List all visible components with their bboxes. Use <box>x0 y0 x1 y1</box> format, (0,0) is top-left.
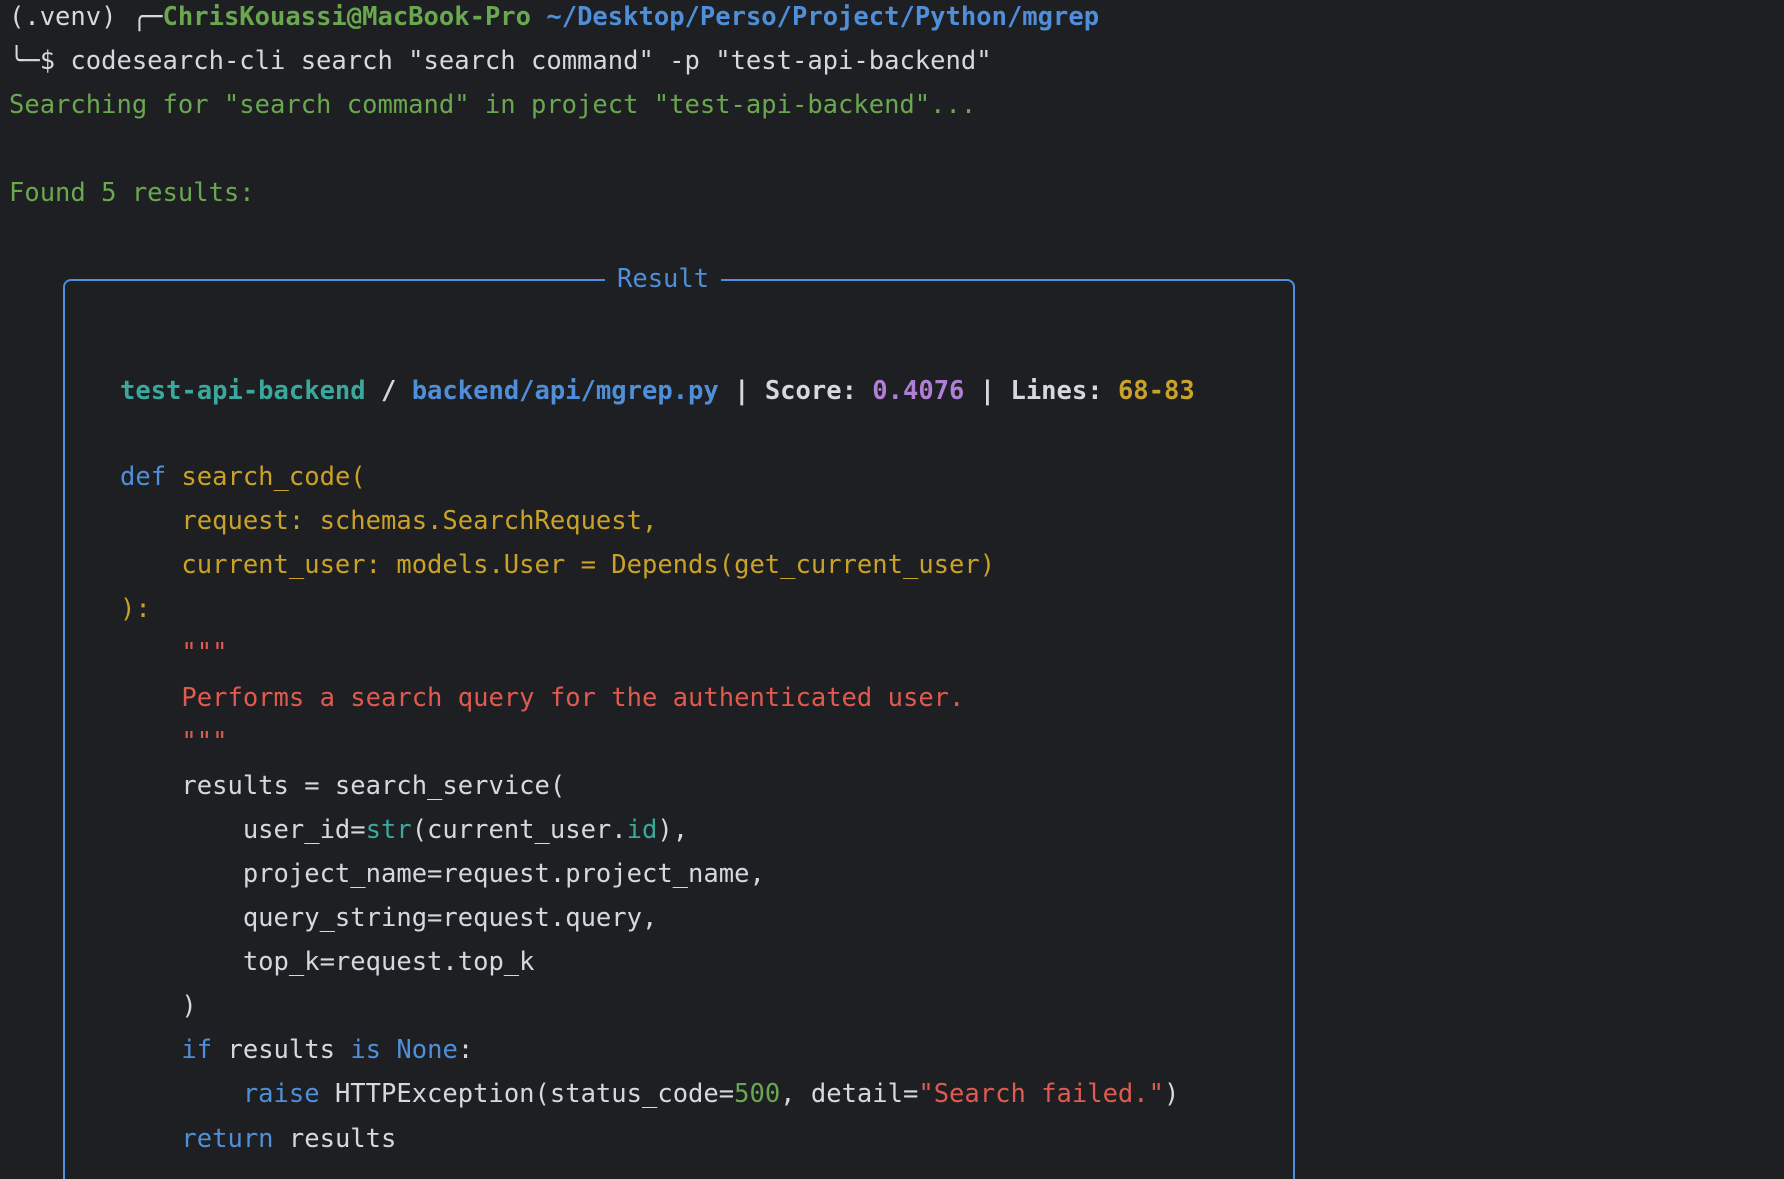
result-separator: / <box>365 376 412 406</box>
result-pipe: | <box>964 376 1011 406</box>
code-token: return <box>181 1123 274 1154</box>
code-token: def <box>120 462 167 492</box>
code-token: None <box>396 1035 458 1066</box>
result-project-name: test-api-backend <box>120 376 366 406</box>
code-token: results = search_service( <box>120 770 566 801</box>
code-line: if results is None: <box>120 1030 473 1070</box>
result-pipe: | <box>718 376 765 406</box>
code-token: results <box>212 1035 351 1066</box>
code-token: query_string=request.query, <box>120 903 658 933</box>
result-header: test-api-backend / backend/api/mgrep.py … <box>120 371 1195 411</box>
code-line: Performs a search query for the authenti… <box>120 678 964 718</box>
lines-label: Lines: <box>1010 376 1118 406</box>
code-line: results = search_service( <box>120 766 565 806</box>
searching-message: Searching for "search command" in projec… <box>9 90 977 120</box>
code-line: query_string=request.query, <box>120 898 658 938</box>
code-line: request: schemas.SearchRequest, <box>120 501 657 541</box>
code-line: ): <box>120 589 151 629</box>
found-results-message: Found 5 results: <box>9 178 255 208</box>
code-token: results <box>273 1123 397 1154</box>
prompt-corner-bottom: ╰─$ <box>9 46 56 76</box>
result-file-path: backend/api/mgrep.py <box>411 376 719 406</box>
code-token: : <box>457 1035 474 1066</box>
code-token: if <box>181 1035 213 1066</box>
code-line: """ <box>120 722 227 762</box>
code-line: current_user: models.User = Depends(get_… <box>120 545 995 585</box>
code-token: "Search failed." <box>918 1079 1164 1110</box>
code-token: , detail= <box>780 1079 919 1110</box>
code-line: """ <box>120 633 227 673</box>
code-token: """ <box>120 726 228 757</box>
code-line: user_id=str(current_user.id), <box>120 810 688 850</box>
result-panel-title: Result <box>605 259 722 299</box>
prompt-line: (.venv) ╭─ChrisKouassi@MacBook-Pro ~/Des… <box>9 0 1099 37</box>
command-text: codesearch-cli search "search command" -… <box>70 46 992 76</box>
code-token: ), <box>657 814 689 845</box>
code-line: raise HTTPException(status_code=500, det… <box>120 1074 1180 1114</box>
code-token: ) <box>120 991 197 1022</box>
code-line: top_k=request.top_k <box>120 942 535 982</box>
code-token: top_k=request.top_k <box>120 947 535 978</box>
result-panel: Result test-api-backend / backend/api/mg… <box>63 259 1295 1179</box>
code-token: str <box>365 814 412 845</box>
code-token: user_id= <box>120 814 366 845</box>
score-label: Score: <box>764 376 873 406</box>
code-token: id <box>626 814 658 845</box>
code-line: def search_code( <box>120 457 366 497</box>
code-token: project_name=request.project_name, <box>120 858 765 889</box>
user-host: ChrisKouassi@MacBook-Pro <box>162 2 532 32</box>
code-token: ): <box>120 594 151 625</box>
code-line: project_name=request.project_name, <box>120 854 765 894</box>
code-token: is <box>350 1035 382 1066</box>
code-token: ) <box>1163 1079 1180 1110</box>
code-line: ) <box>120 986 197 1026</box>
venv-indicator: (.venv) <box>9 2 117 32</box>
terminal-window[interactable]: (.venv) ╭─ChrisKouassi@MacBook-Pro ~/Des… <box>0 0 1784 1179</box>
code-token: """ <box>120 638 228 669</box>
code-token: search_code( <box>166 462 366 492</box>
command-line[interactable]: ╰─$ codesearch-cli search "search comman… <box>9 41 992 81</box>
score-value: 0.4076 <box>872 376 965 406</box>
code-token: Performs a search query for the authenti… <box>120 682 965 713</box>
code-token: raise <box>242 1079 320 1110</box>
code-token: current_user: models.User = Depends(get_… <box>120 550 996 581</box>
prompt-corner-top: ╭─ <box>131 2 163 32</box>
code-token: (current_user. <box>411 814 627 845</box>
code-token: HTTPException(status_code= <box>319 1079 735 1110</box>
code-token: request: schemas.SearchRequest, <box>120 506 658 537</box>
lines-range: 68-83 <box>1117 376 1195 406</box>
current-directory: ~/Desktop/Perso/Project/Python/mgrep <box>546 2 1100 32</box>
code-line: return results <box>120 1119 396 1159</box>
code-token: 500 <box>734 1079 781 1110</box>
